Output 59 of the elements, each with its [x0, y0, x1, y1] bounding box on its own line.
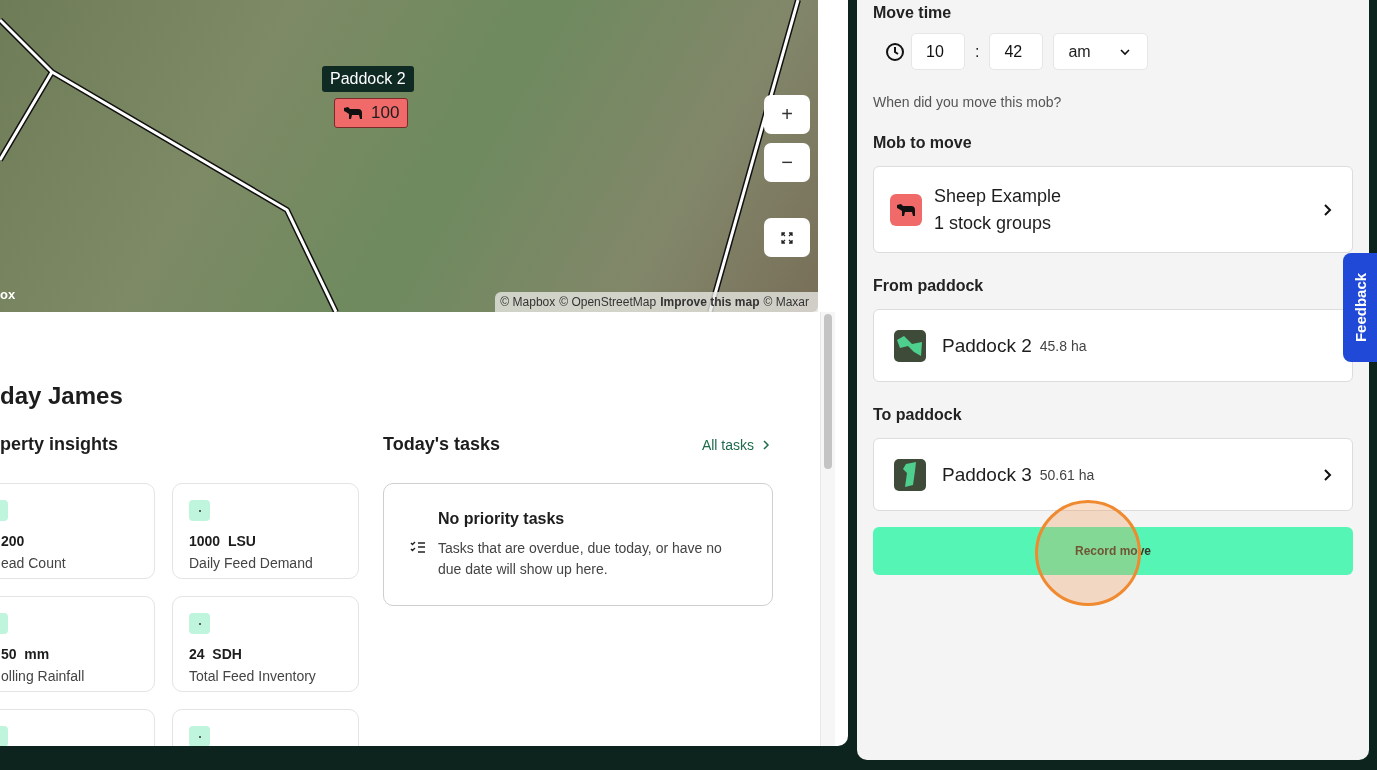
insight-value: 50 mm	[1, 646, 51, 662]
insight-value: 1000 LSU	[189, 533, 257, 549]
chevron-down-icon	[1119, 47, 1132, 56]
period-dropdown[interactable]: am	[1053, 33, 1149, 70]
field-label: From paddock	[873, 277, 985, 295]
field-label: Move time	[873, 4, 953, 22]
insight-card[interactable]: 24 SDH Total Feed Inventory	[172, 596, 359, 692]
scrollbar[interactable]	[820, 312, 835, 746]
paddock-label[interactable]: Paddock 2	[322, 66, 414, 92]
paddock-name: Paddock 2	[942, 334, 1032, 357]
insight-card[interactable]: 200 ead Count	[0, 483, 155, 579]
section-heading: Today's tasks	[383, 434, 500, 455]
clock-icon	[885, 41, 905, 62]
paddock-area: 45.8 ha	[1039, 337, 1332, 354]
empty-tasks-title: No priority tasks	[438, 509, 566, 528]
mob-badge[interactable]: 100	[334, 98, 409, 128]
insight-value: 24 SDH	[189, 646, 243, 662]
zoom-in-button[interactable]: +	[764, 95, 810, 134]
map-logo: ox	[0, 287, 16, 302]
greeting-heading: day James	[0, 382, 124, 410]
cow-icon	[343, 106, 363, 120]
all-tasks-link[interactable]: All tasks	[701, 436, 770, 453]
mob-detail: 1 stock groups	[934, 211, 1053, 235]
insight-label: Daily Feed Demand	[189, 555, 314, 571]
insight-label: olling Rainfall	[1, 668, 86, 684]
field-hint: When did you move this mob?	[873, 94, 1063, 110]
insight-label: ead Count	[1, 555, 67, 571]
chevron-icon	[762, 439, 770, 450]
field-label: Mob to move	[873, 134, 973, 152]
field-label: To paddock	[873, 406, 963, 424]
map-attribution: © Mapbox © OpenStreetMap Improve this map © Maxar	[495, 292, 818, 312]
insight-card[interactable]: 50 mm olling Rainfall	[0, 596, 155, 692]
paddock-area: 50.61 ha	[1039, 466, 1323, 483]
satellite-map[interactable]: Paddock 2 100 + − ox © Mapbox © OpenStreetMap Improve this map © Maxar	[0, 0, 818, 312]
zoom-out-button[interactable]: −	[764, 143, 810, 182]
insight-icon	[189, 726, 210, 746]
chevron-icon	[1323, 202, 1332, 217]
insight-value: 200	[1, 533, 26, 549]
paddock-selector[interactable]: Paddock 3 50.61 ha	[873, 438, 1353, 511]
chevron-icon	[1323, 467, 1332, 482]
paddock-thumbnail	[894, 329, 926, 362]
mob-selector[interactable]: Sheep Example 1 stock groups	[873, 166, 1353, 253]
insight-icon	[189, 613, 210, 634]
fullscreen-icon	[781, 231, 793, 244]
hour-field[interactable]: 10	[911, 33, 965, 70]
feedback-tab[interactable]: Feedback	[1343, 253, 1377, 362]
fullscreen-button[interactable]	[764, 218, 810, 257]
paddock-name: Paddock 3	[942, 463, 1032, 486]
mob-name: Sheep Example	[934, 184, 1063, 208]
section-heading: perty insights	[0, 434, 120, 455]
empty-tasks-text: Tasks that are overdue, due today, or have no due date will show up here.	[438, 538, 723, 579]
checklist-icon	[410, 541, 426, 554]
insight-label: Total Feed Inventory	[189, 668, 317, 684]
minute-field[interactable]: 42	[989, 33, 1044, 70]
time-separator: :	[975, 42, 980, 61]
paddock-selector[interactable]: Paddock 2 45.8 ha	[873, 309, 1353, 382]
insight-icon	[189, 500, 210, 521]
paddock-thumbnail	[894, 458, 926, 491]
insight-card[interactable]: 1000 LSU Daily Feed Demand	[172, 483, 359, 579]
